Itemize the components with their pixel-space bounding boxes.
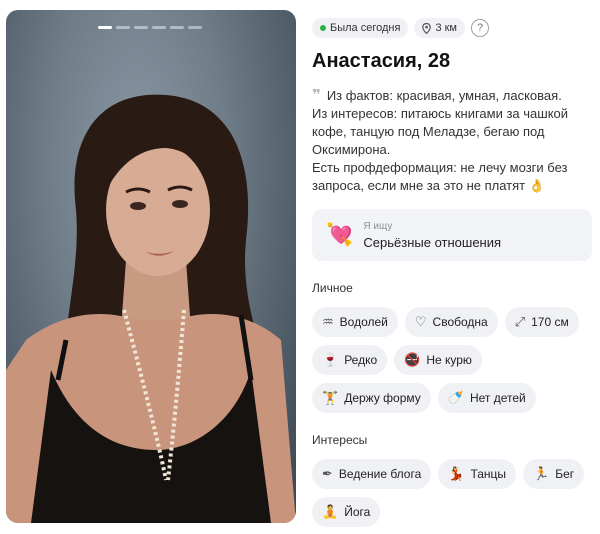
location-pin-icon [422, 22, 432, 34]
chip-label: Йога [344, 505, 371, 519]
profile-name: Анастасия, 28 [312, 50, 451, 72]
bio-text: Из фактов: красивая, умная, ласковая. Из… [312, 88, 569, 193]
chip-height[interactable]: ⤢ 170 см [504, 307, 579, 337]
chip-fitness[interactable]: 🏋 Держу форму [312, 383, 431, 413]
photo-pagination[interactable] [98, 26, 202, 29]
pen-icon: ✒ [322, 466, 333, 481]
profile-photo[interactable] [6, 10, 296, 523]
chip-running[interactable]: 🏃 Бег [523, 459, 585, 489]
chip-label: Свободна [432, 315, 488, 329]
status-row: Была сегодня 3 км ? [312, 18, 592, 38]
chip-children[interactable]: 🍼 Нет детей [437, 383, 536, 413]
chip-label: Бег [555, 467, 575, 481]
height-icon: ⤢ [514, 314, 526, 329]
chip-dancing[interactable]: 💃 Танцы [438, 459, 517, 489]
quote-icon: ❞ [312, 87, 321, 104]
chip-yoga[interactable]: 🧘 Йога [312, 497, 381, 527]
seeking-card: 💘 Я ищу Серьёзные отношения [312, 209, 592, 261]
photo-dot[interactable] [188, 26, 202, 29]
chip-blogging[interactable]: ✒ Ведение блога [312, 459, 432, 489]
no-smoking-icon: 🚭 [404, 352, 421, 367]
chip-label: Редко [344, 353, 378, 367]
profile-info: Была сегодня 3 км ? Анастасия, 28 ❞ Из фа… [312, 18, 592, 527]
chip-zodiac[interactable]: ♒ Водолей [312, 307, 398, 337]
chip-label: Ведение блога [338, 467, 422, 481]
heart-outline-icon: ♡ [414, 314, 427, 329]
chip-smoking[interactable]: 🚭 Не курю [394, 345, 482, 375]
photo-dot[interactable] [134, 26, 148, 29]
photo-image [6, 94, 296, 523]
chip-label: Держу форму [344, 391, 421, 405]
seeking-value: Серьёзные отношения [363, 234, 502, 250]
yoga-icon: 🧘 [322, 504, 339, 519]
interests-section-title: Интересы [312, 433, 368, 447]
personal-section-title: Личное [312, 281, 353, 295]
chip-label: Не курю [426, 353, 472, 367]
runner-icon: 🏃 [533, 466, 550, 481]
distance-badge: 3 км [414, 18, 465, 38]
chip-label: 170 см [531, 315, 569, 329]
online-text: Была сегодня [330, 22, 401, 34]
dumbbell-icon: 🏋 [322, 390, 339, 405]
help-icon[interactable]: ? [471, 19, 489, 37]
chip-relationship[interactable]: ♡ Свободна [404, 307, 498, 337]
chip-label: Нет детей [469, 391, 526, 405]
interest-chips: ✒ Ведение блога 💃 Танцы 🏃 Бег 🧘 Йога [312, 459, 592, 527]
photo-dot[interactable] [170, 26, 184, 29]
online-badge: Была сегодня [312, 18, 409, 38]
aquarius-icon: ♒ [322, 314, 334, 329]
photo-dot[interactable] [98, 26, 112, 29]
profile-bio: ❞ Из фактов: красивая, умная, ласковая. И… [312, 87, 592, 195]
chip-alcohol[interactable]: 🍷 Редко [312, 345, 388, 375]
personal-chips: ♒ Водолей ♡ Свободна ⤢ 170 см 🍷 Редко 🚭 Не ку… [312, 307, 592, 413]
baby-bottle-icon: 🍼 [447, 390, 464, 405]
heart-arrow-icon: 💘 [326, 222, 354, 247]
wine-glass-icon: 🍷 [322, 352, 339, 367]
chip-label: Водолей [339, 315, 388, 329]
photo-dot[interactable] [152, 26, 166, 29]
online-dot-icon [320, 25, 326, 31]
seeking-label: Я ищу [363, 220, 393, 232]
dancer-icon: 💃 [448, 466, 465, 481]
chip-label: Танцы [470, 467, 507, 481]
photo-dot[interactable] [116, 26, 130, 29]
distance-text: 3 км [435, 22, 457, 34]
